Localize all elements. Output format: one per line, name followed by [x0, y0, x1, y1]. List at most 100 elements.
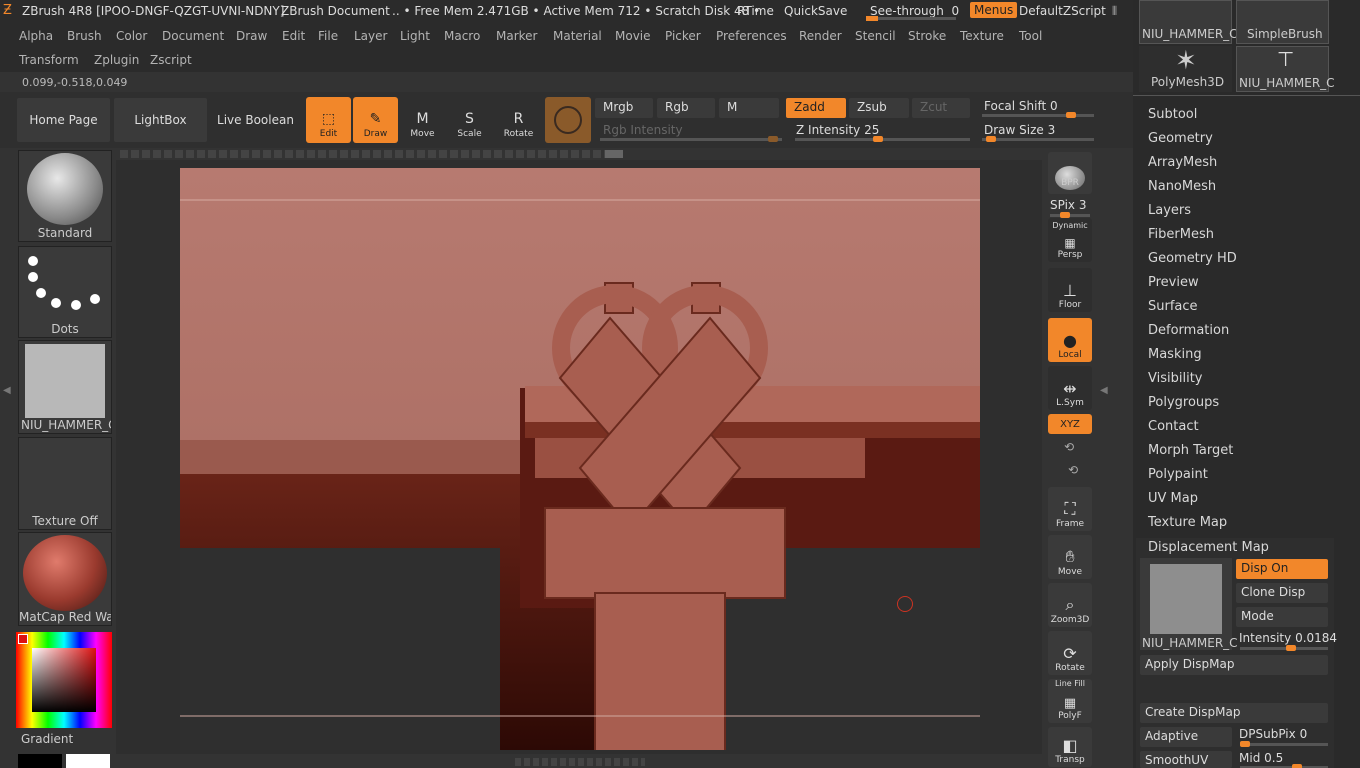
subpalette-layers[interactable]: Layers: [1148, 203, 1191, 218]
subpalette-geometry-hd[interactable]: Geometry HD: [1148, 251, 1237, 266]
menu-macro[interactable]: Macro: [444, 29, 480, 43]
rtime-button[interactable]: RTime: [737, 4, 774, 18]
move-tool-button[interactable]: M Move: [400, 97, 445, 143]
mid-slider[interactable]: Mid 0.5: [1239, 751, 1283, 765]
rotate-y-icon[interactable]: ⟲: [1064, 440, 1074, 454]
default-zscript-button[interactable]: DefaultZScript: [1019, 4, 1106, 18]
intensity-track[interactable]: [1240, 645, 1328, 651]
local-button[interactable]: ● Local: [1048, 318, 1092, 362]
z-intensity-track[interactable]: [795, 136, 970, 142]
spix-track[interactable]: [1050, 212, 1090, 218]
mrgb-button[interactable]: Mrgb: [595, 98, 653, 118]
menu-color[interactable]: Color: [116, 29, 147, 43]
dpsubpix-track[interactable]: [1240, 741, 1328, 747]
persp-button[interactable]: Dynamic ▦ Persp: [1048, 218, 1092, 262]
main-color-swatch[interactable]: [66, 754, 110, 768]
menu-draw[interactable]: Draw: [236, 29, 267, 43]
lightbox-button[interactable]: LightBox: [114, 98, 207, 142]
rgb-intensity-knob[interactable]: [768, 136, 778, 142]
bpr-button[interactable]: BPR: [1048, 152, 1092, 194]
spix-slider[interactable]: SPix 3: [1050, 198, 1087, 212]
menu-texture[interactable]: Texture: [960, 29, 1004, 43]
menu-transform[interactable]: Transform: [19, 53, 79, 67]
see-through-slider[interactable]: See-through 0: [870, 4, 959, 18]
menu-document[interactable]: Document: [162, 29, 224, 43]
z-intensity-knob[interactable]: [873, 136, 883, 142]
rgb-button[interactable]: Rgb: [657, 98, 715, 118]
see-through-knob[interactable]: [866, 16, 878, 21]
menu-material[interactable]: Material: [553, 29, 602, 43]
live-boolean-button[interactable]: Live Boolean: [209, 98, 302, 142]
color-swatch-button[interactable]: [545, 97, 591, 143]
dpsubpix-knob[interactable]: [1240, 741, 1250, 747]
stroke-selector[interactable]: Dots: [18, 246, 112, 338]
menu-marker[interactable]: Marker: [496, 29, 537, 43]
menu-brush[interactable]: Brush: [67, 29, 102, 43]
menu-stroke[interactable]: Stroke: [908, 29, 946, 43]
tool-thumb-3[interactable]: ✶ PolyMesh3D: [1139, 46, 1232, 92]
move-view-button[interactable]: ✋︎ Move: [1048, 535, 1092, 579]
layout-left-icon[interactable]: ⫴: [1112, 4, 1117, 19]
floor-button[interactable]: ⊥ Floor: [1048, 268, 1092, 312]
draw-tool-button[interactable]: ✎ Draw: [353, 97, 398, 143]
subpalette-fibermesh[interactable]: FiberMesh: [1148, 227, 1214, 242]
tool-thumb-2[interactable]: SimpleBrush: [1236, 0, 1329, 44]
displacement-thumb[interactable]: NIU_HAMMER_C: [1140, 558, 1238, 650]
rgb-intensity-track[interactable]: [600, 136, 782, 142]
polyf-button[interactable]: Line Fill ▦ PolyF: [1048, 679, 1092, 723]
create-dispmap-button[interactable]: Create DispMap: [1140, 703, 1328, 723]
material-selector[interactable]: MatCap Red Wax: [18, 532, 112, 626]
subpalette-polypaint[interactable]: Polypaint: [1148, 467, 1208, 482]
mid-knob[interactable]: [1292, 764, 1302, 768]
draw-size-knob[interactable]: [986, 136, 996, 142]
menu-movie[interactable]: Movie: [615, 29, 651, 43]
tool-thumb-1[interactable]: NIU_HAMMER_C: [1139, 0, 1238, 44]
menu-edit[interactable]: Edit: [282, 29, 305, 43]
zcut-button[interactable]: Zcut: [912, 98, 970, 118]
menu-file[interactable]: File: [318, 29, 338, 43]
menu-preferences[interactable]: Preferences: [716, 29, 787, 43]
texture-selector[interactable]: Texture Off: [18, 437, 112, 530]
menu-picker[interactable]: Picker: [665, 29, 701, 43]
zadd-button[interactable]: Zadd: [786, 98, 846, 118]
transp-button[interactable]: ◧ Transp: [1048, 727, 1092, 767]
scale-tool-button[interactable]: S Scale: [447, 97, 492, 143]
subpalette-uv-map[interactable]: UV Map: [1148, 491, 1198, 506]
clone-disp-button[interactable]: Clone Disp: [1236, 583, 1328, 603]
m-button[interactable]: M: [719, 98, 779, 118]
apply-dispmap-button[interactable]: Apply DispMap: [1140, 655, 1328, 675]
subpalette-polygroups[interactable]: Polygroups: [1148, 395, 1219, 410]
menu-render[interactable]: Render: [799, 29, 842, 43]
menu-zplugin[interactable]: Zplugin: [94, 53, 139, 67]
displacement-map-header[interactable]: Displacement Map: [1148, 540, 1269, 555]
document-canvas[interactable]: [180, 168, 980, 750]
menu-tool[interactable]: Tool: [1019, 29, 1042, 43]
focal-shift-knob[interactable]: [1066, 112, 1076, 118]
canvas-scroll-handle[interactable]: [605, 150, 623, 158]
subpalette-surface[interactable]: Surface: [1148, 299, 1198, 314]
disp-on-button[interactable]: Disp On: [1236, 559, 1328, 579]
zoom3d-button[interactable]: ⌕ Zoom3D: [1048, 583, 1092, 627]
draw-size-track[interactable]: [982, 136, 1094, 142]
canvas-scroll-ruler[interactable]: [120, 150, 620, 158]
secondary-color-swatch[interactable]: [18, 754, 62, 768]
alpha-selector[interactable]: NIU_HAMMER_C: [18, 340, 112, 434]
menu-zscript[interactable]: Zscript: [150, 53, 192, 67]
subpalette-visibility[interactable]: Visibility: [1148, 371, 1202, 386]
subpalette-geometry[interactable]: Geometry: [1148, 131, 1213, 146]
subpalette-texture-map[interactable]: Texture Map: [1148, 515, 1227, 530]
color-picker[interactable]: [16, 632, 112, 728]
subpalette-preview[interactable]: Preview: [1148, 275, 1199, 290]
smoothuv-button[interactable]: SmoothUV: [1140, 751, 1232, 768]
canvas-bottom-scroll[interactable]: [515, 758, 645, 766]
home-page-button[interactable]: Home Page: [17, 98, 110, 142]
adaptive-button[interactable]: Adaptive: [1140, 727, 1232, 747]
quicksave-button[interactable]: QuickSave: [784, 4, 847, 18]
brush-selector[interactable]: Standard: [18, 150, 112, 242]
subpalette-morph-target[interactable]: Morph Target: [1148, 443, 1233, 458]
menu-layer[interactable]: Layer: [354, 29, 387, 43]
color-square[interactable]: [32, 648, 96, 712]
subpalette-nanomesh[interactable]: NanoMesh: [1148, 179, 1216, 194]
subpalette-subtool[interactable]: Subtool: [1148, 107, 1197, 122]
intensity-slider[interactable]: Intensity 0.0184: [1239, 631, 1337, 645]
